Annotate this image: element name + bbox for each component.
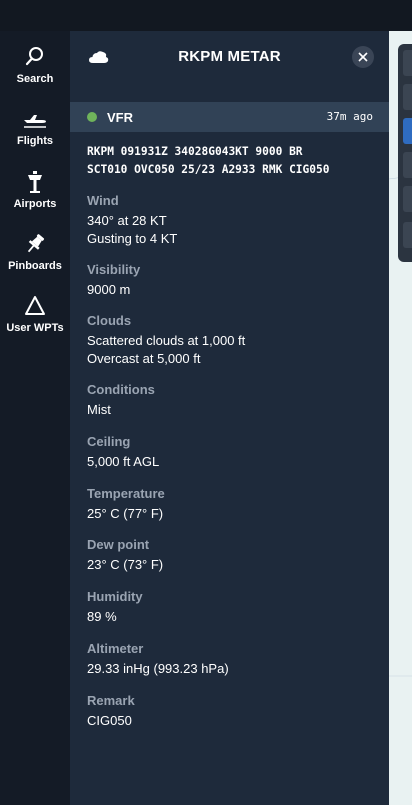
raw-metar-line: RKPM 091931Z 34028G043KT 9000 BR	[87, 145, 303, 158]
dewpoint-value: 23° C (73° F)	[87, 557, 164, 572]
temperature-field: Temperature 25° C (77° F)	[87, 485, 377, 523]
panel-header: RKPM METAR	[70, 31, 389, 99]
ceiling-field: Ceiling 5,000 ft AGL	[87, 433, 377, 471]
temperature-label: Temperature	[87, 486, 165, 501]
clouds-field: Clouds Scattered clouds at 1,000 ft Over…	[87, 312, 377, 368]
altimeter-value: 29.33 inHg (993.23 hPa)	[87, 661, 229, 676]
map-zoom-out-button[interactable]	[403, 186, 412, 212]
nav-user-wpts-label: User WPTs	[6, 322, 64, 334]
nav-pinboards[interactable]: Pinboards	[0, 232, 70, 272]
sidebar: Search Flights Airports Pinboards User W…	[0, 31, 70, 805]
visibility-label: Visibility	[87, 262, 141, 277]
conditions-field: Conditions Mist	[87, 381, 377, 419]
clouds-value: Overcast at 5,000 ft	[87, 351, 201, 366]
map-list-button[interactable]	[403, 84, 412, 110]
flight-category-dot	[87, 112, 97, 122]
nav-user-wpts[interactable]: User WPTs	[0, 294, 70, 334]
ceiling-value: 5,000 ft AGL	[87, 454, 160, 469]
nav-airports-label: Airports	[13, 198, 57, 210]
wind-label: Wind	[87, 193, 119, 208]
remark-field: Remark CIG050	[87, 692, 377, 730]
search-icon	[0, 45, 70, 69]
conditions-value: Mist	[87, 402, 111, 417]
top-bar	[0, 0, 412, 31]
altimeter-label: Altimeter	[87, 641, 144, 656]
humidity-value: 89 %	[87, 609, 117, 624]
nav-flights[interactable]: Flights	[0, 107, 70, 147]
map-weather-button[interactable]	[403, 118, 412, 144]
panel-title: RKPM METAR	[178, 48, 281, 65]
wind-field: Wind 340° at 28 KT Gusting to 4 KT	[87, 192, 377, 248]
altimeter-field: Altimeter 29.33 inHg (993.23 hPa)	[87, 640, 377, 678]
dewpoint-field: Dew point 23° C (73° F)	[87, 536, 377, 574]
clouds-value: Scattered clouds at 1,000 ft	[87, 333, 246, 348]
humidity-field: Humidity 89 %	[87, 588, 377, 626]
plane-icon	[0, 107, 70, 131]
raw-metar: RKPM 091931Z 34028G043KT 9000 BR SCT010 …	[87, 143, 377, 179]
close-icon	[358, 52, 368, 62]
nav-search-label: Search	[16, 73, 54, 85]
map-layers-button[interactable]	[403, 50, 412, 76]
map-settings-button[interactable]	[403, 222, 412, 248]
wind-gust-value: Gusting to 4 KT	[87, 231, 178, 246]
temperature-value: 25° C (77° F)	[87, 506, 164, 521]
airport-tower-icon	[0, 170, 70, 194]
ceiling-label: Ceiling	[87, 434, 131, 449]
humidity-label: Humidity	[87, 589, 143, 604]
triangle-icon	[0, 294, 70, 318]
nav-search[interactable]: Search	[0, 45, 70, 85]
flight-category: VFR	[107, 110, 133, 125]
conditions-label: Conditions	[87, 382, 155, 397]
remark-label: Remark	[87, 693, 135, 708]
close-button[interactable]	[352, 46, 374, 68]
nav-airports[interactable]: Airports	[0, 170, 70, 210]
metar-panel: RKPM METAR VFR 37m ago RKPM 091931Z 3402…	[70, 31, 389, 805]
visibility-field: Visibility 9000 m	[87, 261, 377, 299]
observation-age: 37m ago	[326, 110, 373, 123]
flight-category-bar: VFR 37m ago	[70, 102, 389, 132]
nav-pinboards-label: Pinboards	[8, 260, 62, 272]
clouds-label: Clouds	[87, 313, 132, 328]
wind-value: 340° at 28 KT	[87, 213, 167, 228]
remark-value: CIG050	[87, 713, 132, 728]
raw-metar-line: SCT010 OVC050 25/23 A2933 RMK CIG050	[87, 163, 330, 176]
nav-flights-label: Flights	[16, 135, 54, 147]
pin-icon	[0, 232, 70, 256]
visibility-value: 9000 m	[87, 282, 131, 297]
map-zoom-in-button[interactable]	[403, 152, 412, 178]
dewpoint-label: Dew point	[87, 537, 150, 552]
